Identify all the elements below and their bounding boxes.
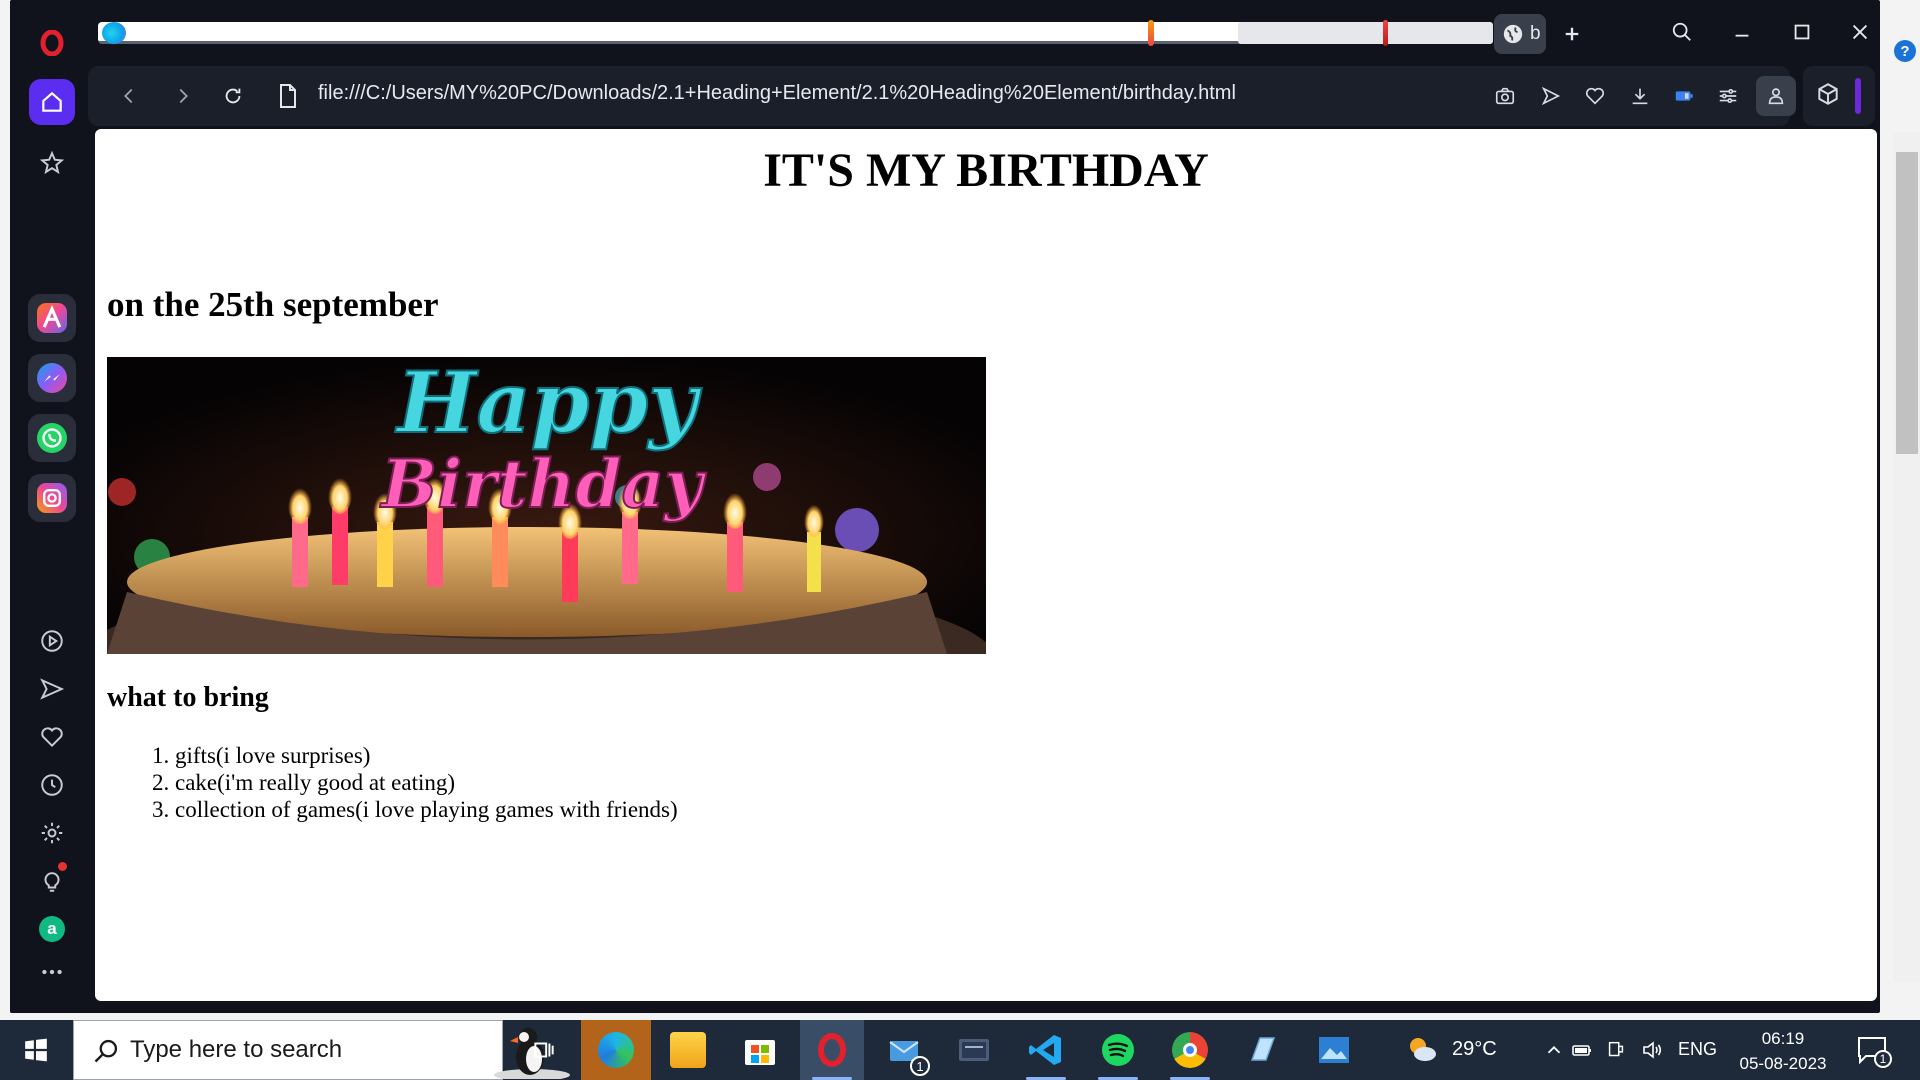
url-field[interactable]: file:///C:/Users/MY%20PC/Downloads/2.1+H… [318, 82, 1236, 105]
notification-dot [58, 862, 67, 871]
mail-badge: 1 [910, 1056, 930, 1076]
list-item: gifts(i love surprises) [175, 742, 678, 769]
more-options-icon[interactable] [29, 949, 75, 995]
microsoft-store-icon[interactable] [738, 1028, 782, 1072]
send-icon[interactable] [29, 666, 75, 712]
volume-icon[interactable] [1630, 1028, 1674, 1072]
lightbulb-tips-icon[interactable] [29, 858, 75, 904]
chrome-icon[interactable] [1168, 1028, 1212, 1072]
search-placeholder: Type here to search [130, 1036, 343, 1063]
clock-time: 06:19 [1761, 1029, 1805, 1048]
address-toolbar: file:///C:/Users/MY%20PC/Downloads/2.1+H… [88, 66, 1796, 126]
forward-arrow-icon[interactable] [168, 81, 198, 111]
extensions-cube-icon[interactable] [1815, 81, 1845, 111]
extensions-area [1803, 66, 1875, 126]
list-item: cake(i'm really good at eating) [175, 769, 678, 796]
sql-terminal-icon[interactable] [952, 1028, 996, 1072]
globe-icon [1503, 24, 1523, 44]
bookmark-heart-icon[interactable] [1580, 81, 1610, 111]
back-arrow-icon[interactable] [114, 81, 144, 111]
tab-marker-icon[interactable] [1383, 20, 1388, 46]
tab-search-icon[interactable] [1662, 14, 1702, 50]
battery-saver-icon[interactable] [1669, 81, 1699, 111]
help-question-icon[interactable]: ? [1894, 40, 1916, 62]
history-clock-icon[interactable] [29, 762, 75, 808]
new-tab-plus-icon[interactable] [1558, 20, 1586, 48]
image-text-happy: Happy [395, 357, 702, 452]
scrollbar-thumb[interactable] [1896, 152, 1918, 454]
profile-icon[interactable] [1756, 76, 1796, 116]
tab-inactive[interactable] [1238, 22, 1493, 44]
clock[interactable]: 06:19 05-08-2023 [1728, 1026, 1838, 1076]
list-item: collection of games(i love playing games… [175, 796, 678, 823]
vscode-icon[interactable] [1024, 1028, 1068, 1072]
pinned-tab-favicon-icon[interactable] [102, 22, 126, 44]
mail-icon[interactable]: 1 [882, 1028, 930, 1076]
easy-setup-sliders-icon[interactable] [1713, 81, 1743, 111]
photos-app-icon[interactable] [1312, 1028, 1356, 1072]
download-icon[interactable] [1625, 81, 1655, 111]
reload-icon[interactable] [218, 81, 248, 111]
whatsapp-icon[interactable] [28, 414, 76, 462]
messenger-icon[interactable] [28, 354, 76, 402]
bring-list: gifts(i love surprises) cake(i'm really … [155, 742, 678, 823]
taskbar-search-box[interactable]: Type here to search [73, 1020, 570, 1080]
opera-sidebar: a [10, 0, 88, 1013]
weather-cloud-icon[interactable] [1400, 1028, 1444, 1072]
tab-label: b [1530, 23, 1541, 44]
date-heading: on the 25th september [107, 285, 439, 324]
tab-strip: b [88, 0, 1880, 66]
heart-icon[interactable] [29, 714, 75, 760]
clock-date: 05-08-2023 [1739, 1054, 1827, 1073]
send-flow-icon[interactable] [1536, 81, 1566, 111]
windows-start-icon[interactable] [14, 1032, 58, 1068]
spotify-icon[interactable] [1096, 1028, 1140, 1072]
task-view-icon[interactable] [522, 1028, 566, 1072]
tab-marker-icon[interactable] [1148, 20, 1154, 46]
file-page-icon [276, 83, 300, 109]
opera-logo-icon[interactable] [29, 20, 75, 66]
birthday-cake-image: Happy Birthday [107, 357, 986, 654]
aria-icon[interactable] [28, 294, 76, 342]
browser-window: a b file:///C:/Users/MY%20PC/Downloads/2… [10, 0, 1880, 1013]
maximize-icon[interactable] [1782, 14, 1822, 50]
player-icon[interactable] [29, 618, 75, 664]
page-title: IT'S MY BIRTHDAY [763, 144, 1209, 197]
assistant-icon[interactable]: a [29, 906, 75, 952]
opera-browser-icon[interactable] [810, 1028, 854, 1072]
notification-count: 1 [1874, 1050, 1892, 1068]
settings-gear-icon[interactable] [29, 810, 75, 856]
home-icon[interactable] [29, 79, 75, 125]
file-explorer-icon[interactable] [666, 1028, 710, 1072]
speed-dial-star-icon[interactable] [29, 140, 75, 186]
search-icon [94, 1039, 118, 1063]
sidebar-toggle-accent[interactable] [1855, 78, 1861, 114]
image-text-birthday: Birthday [379, 445, 707, 523]
bring-heading: what to bring [107, 682, 269, 713]
close-icon[interactable] [1840, 14, 1880, 50]
web-page: IT'S MY BIRTHDAY on the 25th september H… [95, 129, 1877, 1001]
windows-taskbar: Type here to search 1 29°C ENG 06:19 05-… [0, 1020, 1920, 1080]
language-indicator[interactable]: ENG [1678, 1039, 1717, 1060]
notification-center-icon[interactable]: 1 [1854, 1032, 1892, 1068]
instagram-icon[interactable] [28, 474, 76, 522]
notes-app-icon[interactable] [1240, 1028, 1284, 1072]
temperature: 29°C [1452, 1038, 1497, 1060]
minimize-icon[interactable] [1722, 14, 1762, 50]
camera-snapshot-icon[interactable] [1490, 81, 1520, 111]
edge-browser-icon[interactable] [594, 1028, 638, 1072]
tab-active[interactable]: b [1494, 14, 1546, 54]
